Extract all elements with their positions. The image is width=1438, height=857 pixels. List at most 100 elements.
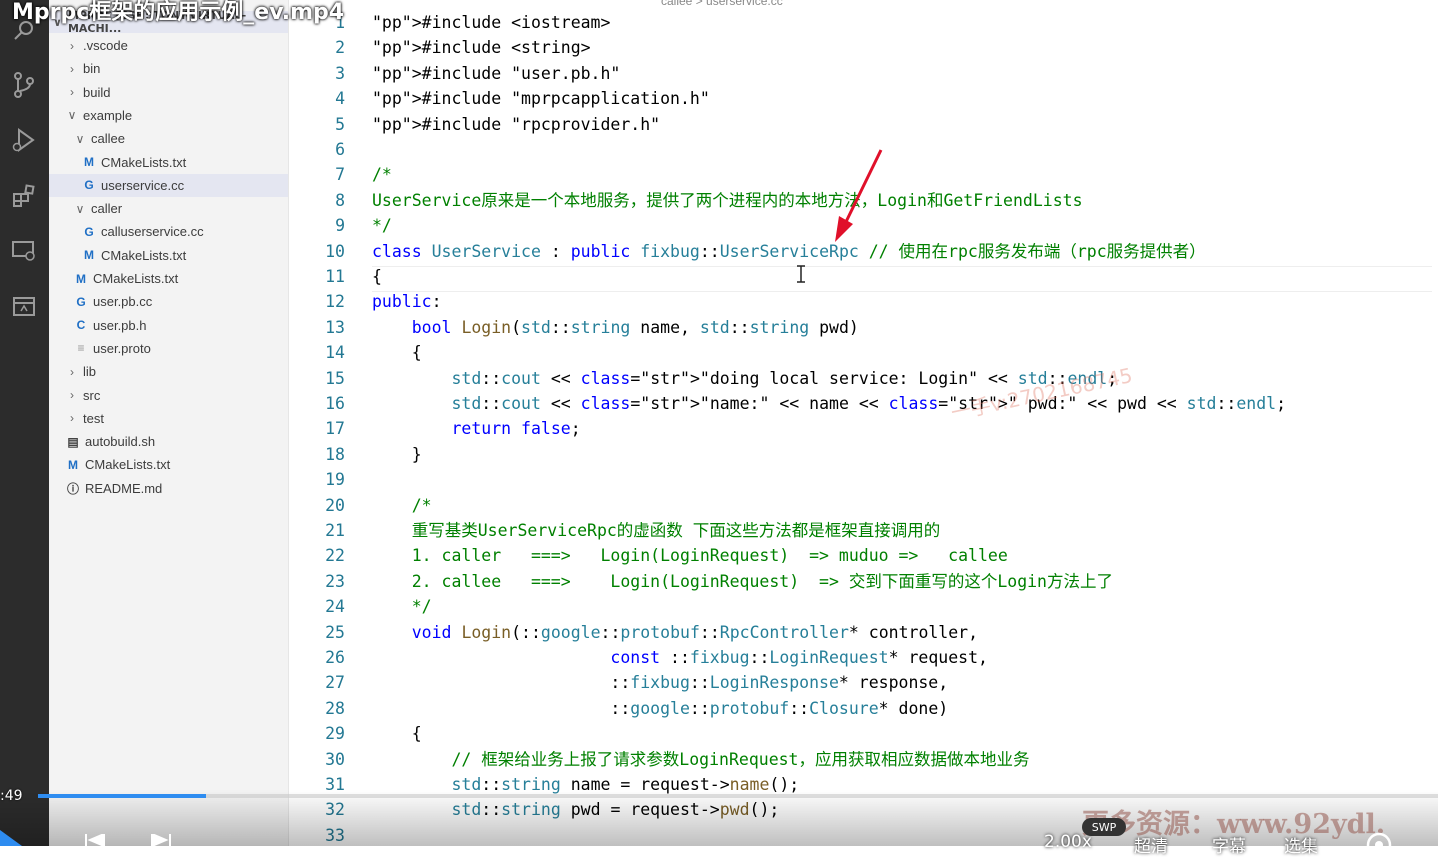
line-number: 13	[325, 317, 345, 337]
tree-item-label: example	[83, 107, 133, 123]
cmake-file-icon: M	[84, 248, 94, 263]
line-text: 2. callee ===> Login(LoginRequest) => 交到…	[372, 571, 1113, 591]
code-line[interactable]: 5 "pp">#include "rpcprovider.h"	[289, 112, 1438, 137]
folder-item[interactable]: › src	[49, 384, 288, 407]
next-icon[interactable]	[146, 834, 176, 846]
folder-item[interactable]: › bin	[49, 57, 288, 80]
code-line[interactable]: 15 std::cout << class="str">"doing local…	[289, 366, 1438, 391]
line-number: 30	[325, 749, 345, 769]
tree-item-label: userservice.cc	[101, 177, 185, 193]
tree-item-label: CMakeLists.txt	[93, 271, 179, 286]
video-title: Mprpc框架的应用示例_ev.mp4	[12, 0, 345, 25]
line-text: "pp">#include "user.pb.h"	[372, 63, 621, 83]
info-file-icon: ⓘ	[66, 481, 79, 496]
line-number: 14	[325, 343, 345, 363]
line-text: public:	[372, 292, 442, 312]
cpp-file-icon: G	[76, 294, 86, 309]
episodes-button[interactable]: 选集	[1284, 832, 1318, 857]
chevron-down-icon: ∨	[75, 201, 85, 216]
line-number: 10	[325, 241, 345, 261]
code-line[interactable]: 1 "pp">#include <iostream>	[289, 10, 1438, 35]
extensions-icon[interactable]	[9, 181, 39, 211]
code-line[interactable]: 25 void Login(::google::protobuf::RpcCon…	[289, 620, 1438, 645]
subtitle-button[interactable]: 字幕	[1212, 832, 1246, 857]
progress-track[interactable]	[38, 794, 1438, 798]
previous-icon[interactable]	[80, 834, 110, 846]
code-line[interactable]: 16 std::cout << class="str">"name:" << n…	[289, 391, 1438, 416]
file-item[interactable]: Cuser.pb.h	[49, 314, 288, 337]
cmake-file-icon: M	[84, 155, 94, 169]
code-line[interactable]: 23 2. callee ===> Login(LoginRequest) =>…	[289, 569, 1438, 594]
panel-icon[interactable]	[9, 292, 39, 322]
line-text: ::google::protobuf::Closure* done)	[372, 698, 949, 718]
chevron-right-icon: ›	[70, 38, 74, 53]
line-number: 9	[335, 216, 345, 236]
code-line[interactable]: 21 重写基类UserServiceRpc的虚函数 下面这些方法都是框架直接调用…	[289, 518, 1438, 543]
file-item[interactable]: Gcalluserservice.cc	[49, 220, 288, 243]
breadcrumb[interactable]: callee > userservice.cc	[661, 0, 783, 8]
file-item[interactable]: Guser.pb.cc	[49, 290, 288, 313]
code-line[interactable]: 18 }	[289, 442, 1438, 467]
code-line[interactable]: 17 return false;	[289, 416, 1438, 441]
code-line[interactable]: 12 public:	[289, 289, 1438, 314]
speed-button[interactable]: 2.00x	[1044, 832, 1092, 852]
code-line[interactable]: 4 "pp">#include "mprpcapplication.h"	[289, 86, 1438, 111]
code-line[interactable]: 30 // 框架给业务上报了请求参数LoginRequest，应用获取相应数据做…	[289, 747, 1438, 772]
line-text: return false;	[451, 419, 581, 439]
chevron-right-icon: ›	[70, 388, 74, 402]
text-cursor-icon	[797, 265, 805, 283]
code-line[interactable]: 29 {	[289, 721, 1438, 746]
chevron-right-icon: ›	[70, 411, 74, 426]
line-number: 19	[325, 470, 345, 490]
tree-item-label: README.md	[85, 480, 163, 496]
code-line[interactable]: 22 1. caller ===> Login(LoginRequest) =>…	[289, 543, 1438, 568]
code-line[interactable]: 14 {	[289, 340, 1438, 365]
line-text: void Login(::google::protobuf::RpcContro…	[411, 622, 979, 642]
remote-explorer-icon[interactable]	[9, 236, 39, 266]
code-line[interactable]: 19	[289, 467, 1438, 492]
line-number: 3	[335, 63, 345, 83]
folder-item[interactable]: › lib	[49, 360, 288, 383]
file-item[interactable]: ≡ user.proto	[49, 337, 288, 360]
code-line[interactable]: 3 "pp">#include "user.pb.h"	[289, 61, 1438, 86]
line-text: UserService原来是一个本地服务，提供了两个进程内的本地方法，Login…	[372, 190, 1083, 210]
folder-item[interactable]: ∨ callee	[49, 127, 288, 150]
file-item[interactable]: M CMakeLists.txt	[49, 151, 288, 174]
folder-item[interactable]: ∨ example	[49, 104, 288, 127]
code-line[interactable]: 20 /*	[289, 493, 1438, 518]
source-control-icon[interactable]	[9, 70, 39, 100]
code-editor[interactable]: callee > userservice.cc 1 "pp">#include <…	[289, 0, 1438, 846]
code-line[interactable]: 28 ::google::protobuf::Closure* done)	[289, 696, 1438, 721]
tree-item-label: src	[83, 387, 101, 403]
cpp-file-icon: G	[84, 178, 94, 193]
file-item[interactable]: M CMakeLists.txt	[49, 267, 288, 290]
code-line[interactable]: 11 {	[289, 264, 1438, 289]
file-item[interactable]: ▤ autobuild.sh	[49, 430, 288, 453]
file-item[interactable]: Guserservice.cc	[49, 173, 288, 197]
line-text: ::fixbug::LoginResponse* response,	[372, 673, 949, 693]
folder-item[interactable]: › .vscode	[49, 34, 288, 57]
code-line[interactable]: 13 bool Login(std::string name, std::str…	[289, 315, 1438, 340]
code-line[interactable]: 24 */	[289, 594, 1438, 619]
video-time: :49	[0, 788, 23, 804]
folder-item[interactable]: › build	[49, 81, 288, 104]
line-number: 27	[325, 673, 345, 693]
file-item[interactable]: M CMakeLists.txt	[49, 453, 288, 476]
quality-button[interactable]: 超清	[1134, 832, 1168, 857]
h-file-icon: C	[76, 318, 86, 333]
code-line[interactable]: 26 const ::fixbug::LoginRequest* request…	[289, 645, 1438, 670]
tree-item-label: caller	[91, 201, 123, 217]
settings-icon[interactable]	[1364, 830, 1394, 846]
file-item[interactable]: M CMakeLists.txt	[49, 244, 288, 267]
line-text: {	[372, 267, 382, 286]
code-line[interactable]: 27 ::fixbug::LoginResponse* response,	[289, 670, 1438, 695]
run-debug-icon[interactable]	[9, 125, 39, 155]
play-indicator-icon[interactable]	[0, 826, 30, 846]
code-line[interactable]: 2 "pp">#include <string>	[289, 35, 1438, 60]
line-number: 7	[335, 165, 345, 185]
folder-item[interactable]: › test	[49, 407, 288, 430]
file-item[interactable]: ⓘ README.md	[49, 477, 288, 500]
folder-item[interactable]: ∨ caller	[49, 197, 288, 220]
line-number: 5	[335, 114, 345, 134]
line-number: 11	[325, 267, 345, 286]
